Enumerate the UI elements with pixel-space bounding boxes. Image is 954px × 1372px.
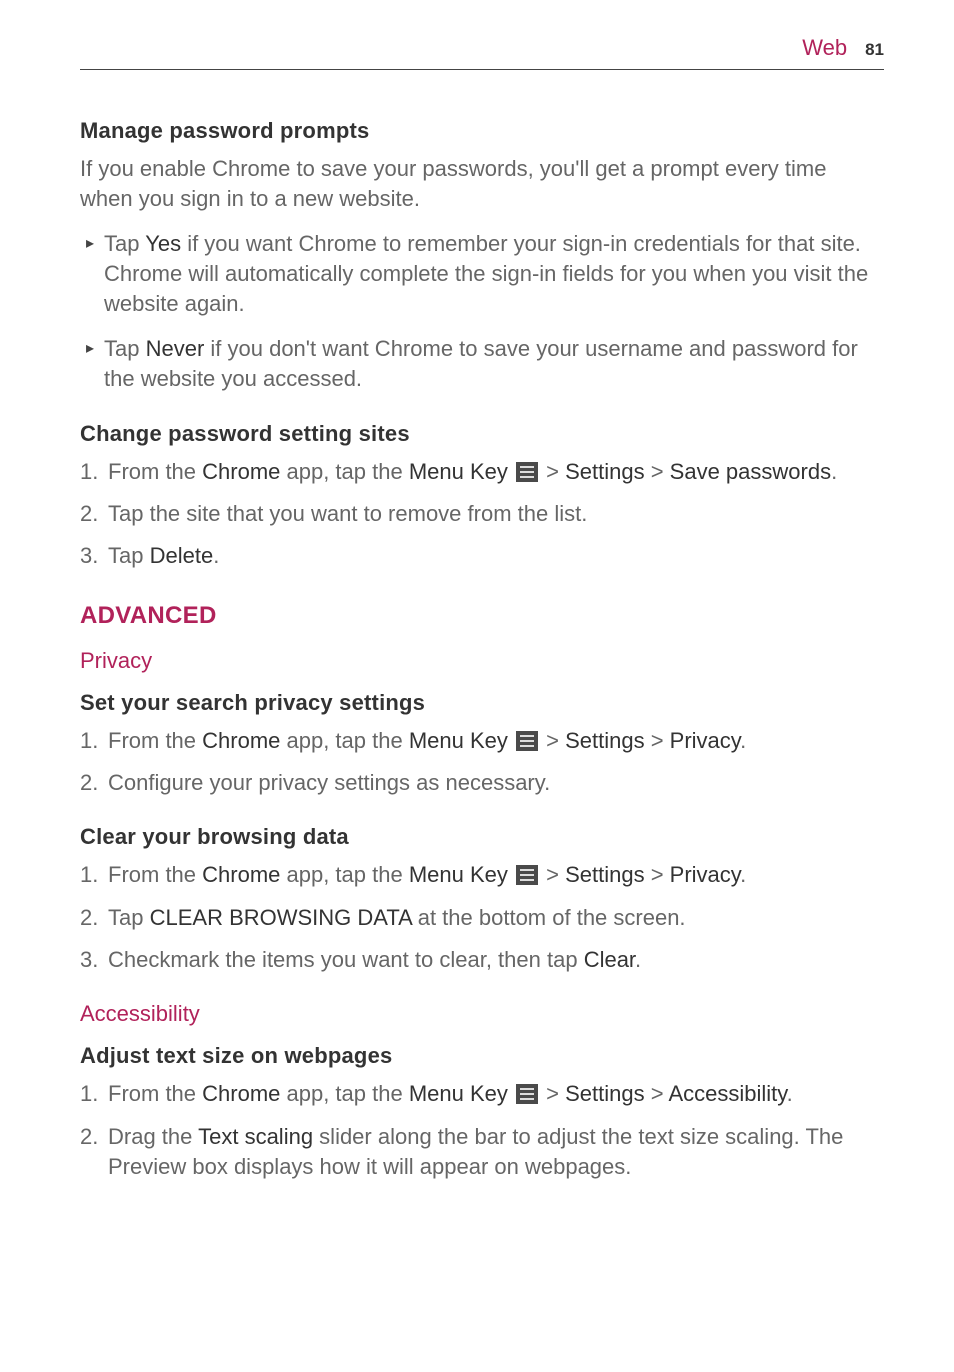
list-text: From the Chrome app, tap the Menu Key > … — [108, 457, 837, 487]
list-item: 2. Drag the Text scaling slider along th… — [80, 1122, 884, 1183]
menu-key-icon — [516, 731, 538, 751]
page-header: Web 81 — [80, 35, 884, 69]
bullet-item: ▸ Tap Yes if you want Chrome to remember… — [80, 229, 884, 320]
list-text: Configure your privacy settings as neces… — [108, 768, 550, 798]
bullet-marker-icon: ▸ — [86, 334, 104, 395]
section-label: Web — [802, 35, 847, 61]
list-number: 1. — [80, 1079, 108, 1109]
heading-accessibility: Accessibility — [80, 1001, 884, 1027]
list-text: Tap the site that you want to remove fro… — [108, 499, 587, 529]
list-item: 1. From the Chrome app, tap the Menu Key… — [80, 457, 884, 487]
list-text: From the Chrome app, tap the Menu Key > … — [108, 860, 746, 890]
list-text: Tap CLEAR BROWSING DATA at the bottom of… — [108, 903, 686, 933]
list-number: 1. — [80, 860, 108, 890]
heading-manage-password-prompts: Manage password prompts — [80, 118, 884, 144]
list-number: 2. — [80, 499, 108, 529]
heading-clear-browsing-data: Clear your browsing data — [80, 824, 884, 850]
menu-key-icon — [516, 1084, 538, 1104]
list-item: 1. From the Chrome app, tap the Menu Key… — [80, 1079, 884, 1109]
heading-adjust-text-size: Adjust text size on webpages — [80, 1043, 884, 1069]
bullet-text: Tap Never if you don't want Chrome to sa… — [104, 334, 884, 395]
list-item: 2. Tap the site that you want to remove … — [80, 499, 884, 529]
list-number: 2. — [80, 903, 108, 933]
list-text: Drag the Text scaling slider along the b… — [108, 1122, 884, 1183]
heading-change-password-setting-sites: Change password setting sites — [80, 421, 884, 447]
heading-advanced: ADVANCED — [80, 602, 884, 630]
bullet-item: ▸ Tap Never if you don't want Chrome to … — [80, 334, 884, 395]
list-number: 3. — [80, 541, 108, 571]
list-text: Tap Delete. — [108, 541, 219, 571]
page-number: 81 — [865, 40, 884, 60]
list-text: From the Chrome app, tap the Menu Key > … — [108, 1079, 793, 1109]
list-item: 3. Checkmark the items you want to clear… — [80, 945, 884, 975]
list-text: From the Chrome app, tap the Menu Key > … — [108, 726, 746, 756]
list-number: 1. — [80, 726, 108, 756]
list-item: 3. Tap Delete. — [80, 541, 884, 571]
list-number: 3. — [80, 945, 108, 975]
bullet-marker-icon: ▸ — [86, 229, 104, 320]
list-item: 2. Configure your privacy settings as ne… — [80, 768, 884, 798]
heading-privacy: Privacy — [80, 648, 884, 674]
menu-key-icon — [516, 462, 538, 482]
list-number: 2. — [80, 768, 108, 798]
header-divider — [80, 69, 884, 70]
list-number: 1. — [80, 457, 108, 487]
list-text: Checkmark the items you want to clear, t… — [108, 945, 641, 975]
list-item: 2. Tap CLEAR BROWSING DATA at the bottom… — [80, 903, 884, 933]
heading-set-search-privacy: Set your search privacy settings — [80, 690, 884, 716]
list-number: 2. — [80, 1122, 108, 1183]
list-item: 1. From the Chrome app, tap the Menu Key… — [80, 726, 884, 756]
menu-key-icon — [516, 865, 538, 885]
list-item: 1. From the Chrome app, tap the Menu Key… — [80, 860, 884, 890]
body-text: If you enable Chrome to save your passwo… — [80, 154, 884, 215]
bullet-text: Tap Yes if you want Chrome to remember y… — [104, 229, 884, 320]
